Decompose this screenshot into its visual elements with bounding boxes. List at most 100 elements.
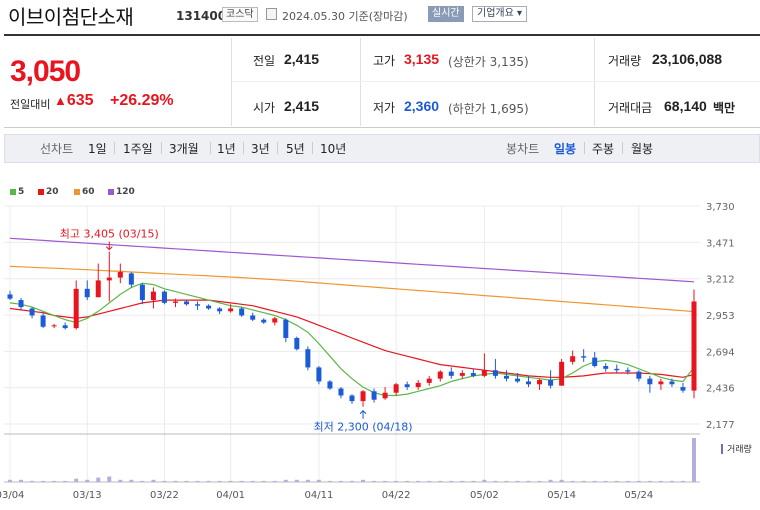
- volume-bar: [405, 480, 410, 482]
- volume-bar: [515, 480, 520, 482]
- volume-bar: [30, 480, 35, 482]
- volume-bar: [74, 478, 79, 482]
- candle-body: [217, 308, 223, 312]
- candle-body: [7, 294, 13, 299]
- volume-bar: [526, 480, 531, 482]
- candle-body: [636, 371, 642, 379]
- candle-body: [228, 308, 234, 312]
- volume-bar: [283, 479, 288, 482]
- volume-bar: [63, 480, 68, 482]
- volume-bar: [581, 480, 586, 482]
- volume-bar: [272, 480, 277, 482]
- y-tick-label: 3,212: [706, 275, 735, 286]
- volume-bar: [416, 480, 421, 482]
- y-tick-label: 2,694: [706, 347, 735, 358]
- x-tick-label: 04/01: [216, 490, 245, 501]
- candle-body: [592, 357, 598, 367]
- candle-body: [40, 315, 46, 327]
- candle-body: [184, 301, 190, 305]
- candle-body: [658, 381, 664, 385]
- volume-bar: [140, 480, 145, 482]
- volume-legend-swatch: [721, 444, 723, 454]
- volume-bar: [217, 480, 222, 482]
- volume-bar: [460, 480, 465, 482]
- volume-bar: [184, 480, 189, 482]
- volume-bar: [559, 479, 564, 482]
- candle-body: [382, 392, 388, 399]
- candle-body: [360, 391, 366, 402]
- y-tick-label: 2,177: [706, 420, 735, 431]
- volume-bar: [327, 480, 332, 482]
- x-tick-label: 03/04: [0, 490, 24, 501]
- volume-bar: [383, 480, 388, 482]
- volume-bar: [692, 438, 696, 482]
- volume-bar: [548, 479, 553, 482]
- volume-bar: [151, 479, 156, 482]
- candle-body: [261, 319, 267, 323]
- volume-bar: [118, 479, 123, 482]
- volume-bar: [350, 480, 354, 482]
- volume-bar: [261, 480, 266, 482]
- x-tick-label: 04/22: [382, 490, 411, 501]
- x-tick-label: 03/22: [150, 490, 179, 501]
- volume-bar: [625, 480, 630, 482]
- volume-bar: [206, 480, 211, 482]
- ma120-line: [9, 237, 695, 283]
- volume-bar: [658, 480, 663, 482]
- volume-bar: [570, 480, 575, 482]
- volume-bar: [680, 480, 685, 482]
- volume-bar: [614, 480, 619, 482]
- candle-body: [161, 291, 167, 303]
- candle-body: [514, 378, 520, 382]
- volume-bar: [41, 480, 46, 482]
- volume-bar: [162, 480, 167, 482]
- candle-body: [349, 395, 355, 402]
- volume-bar: [504, 480, 509, 482]
- candle-body: [62, 325, 68, 329]
- candle-body: [526, 381, 532, 385]
- candle-body: [283, 319, 289, 338]
- volume-bar: [195, 480, 200, 482]
- candle-body: [206, 305, 212, 309]
- candle-body: [316, 367, 322, 382]
- candle-body: [448, 371, 454, 376]
- volume-bar: [228, 480, 233, 482]
- candle-body: [647, 378, 653, 385]
- low-annotation: 최저 2,300 (04/18): [314, 421, 413, 434]
- volume-bar: [471, 480, 476, 482]
- volume-bar: [129, 479, 134, 482]
- volume-bar: [372, 480, 377, 482]
- candle-body: [625, 370, 631, 372]
- candle-body: [250, 315, 256, 320]
- candle-body: [371, 391, 377, 400]
- y-tick-label: 3,471: [706, 238, 735, 249]
- volume-bar: [294, 479, 299, 482]
- volume-bar: [482, 479, 487, 482]
- candle-body: [294, 337, 300, 350]
- candle-body: [437, 371, 443, 379]
- candle-body: [404, 384, 410, 388]
- candle-body: [481, 370, 487, 376]
- candle-body: [239, 308, 245, 316]
- x-tick-label: 05/24: [624, 490, 653, 501]
- y-tick-label: 3,730: [706, 202, 735, 213]
- candle-body: [603, 366, 609, 369]
- candle-body: [415, 382, 421, 388]
- volume-bar: [449, 480, 454, 482]
- y-tick-label: 2,953: [706, 311, 735, 322]
- candle-body: [426, 378, 432, 383]
- x-tick-label: 05/14: [547, 490, 576, 501]
- candle-body: [393, 384, 399, 393]
- candle-body: [305, 349, 311, 368]
- ma20-line: [9, 299, 695, 378]
- volume-bar: [107, 476, 112, 482]
- volume-bar: [427, 480, 432, 482]
- candle-body: [669, 381, 675, 385]
- x-tick-label: 04/11: [304, 490, 333, 501]
- high-annotation: 최고 3,405 (03/15): [60, 228, 159, 241]
- volume-bar: [636, 480, 641, 482]
- candle-body: [150, 291, 156, 301]
- volume-bar: [316, 479, 321, 482]
- volume-bar: [361, 479, 366, 482]
- x-tick-label: 03/13: [73, 490, 102, 501]
